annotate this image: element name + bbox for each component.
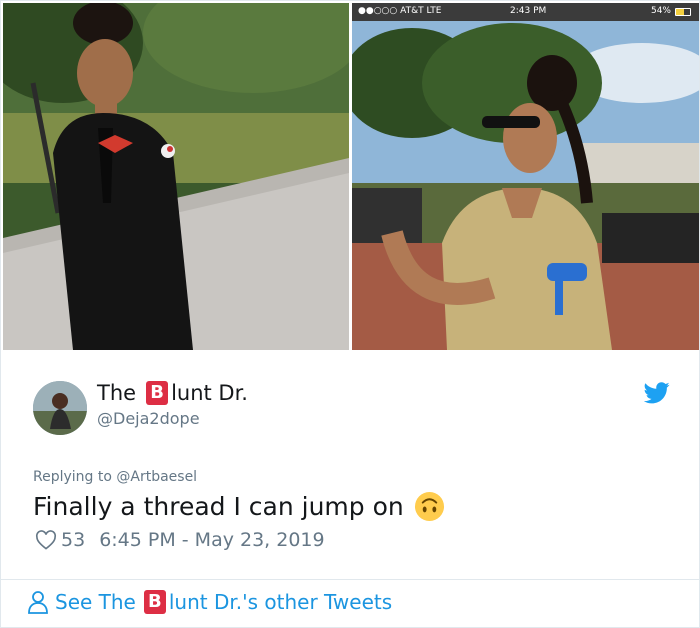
tweet-timestamp[interactable]: 6:45 PM - May 23, 2019 [99, 529, 324, 551]
see-other-tweets-link[interactable]: See The B lunt Dr.'s other Tweets [27, 590, 392, 614]
avatar[interactable] [33, 381, 87, 435]
tweet-text: Finally a thread I can jump on [33, 491, 445, 522]
upside-down-face-emoji [414, 491, 444, 522]
photo-left[interactable] [3, 3, 349, 350]
status-battery-percent: 54% [650, 6, 671, 16]
status-carrier: ●●○○○ AT&T LTE [358, 6, 442, 16]
tweet-meta: 53 6:45 PM - May 23, 2019 [35, 529, 325, 551]
battery-icon [675, 8, 691, 16]
author-handle[interactable]: @Deja2dope [97, 409, 200, 428]
status-time: 2:43 PM [510, 6, 547, 16]
footer-prefix: See The [55, 590, 136, 614]
footer-suffix: lunt Dr.'s other Tweets [168, 590, 393, 614]
b-emoji-badge: B [146, 381, 169, 405]
photo-right[interactable]: ●●○○○ AT&T LTE 2:43 PM 54% [352, 3, 699, 350]
tweet-text-content: Finally a thread I can jump on [33, 492, 404, 521]
tweet-media[interactable]: ●●○○○ AT&T LTE 2:43 PM 54% [3, 3, 699, 350]
photo-left-image [3, 3, 349, 350]
phone-status-bar: ●●○○○ AT&T LTE 2:43 PM 54% [352, 3, 699, 21]
author-name-prefix: The [97, 381, 137, 405]
b-emoji-badge: B [143, 590, 166, 614]
battery-fill [676, 9, 684, 15]
person-icon [28, 591, 48, 614]
author-name-suffix: lunt Dr. [171, 381, 248, 405]
avatar-image [33, 381, 87, 435]
like-count[interactable]: 53 [61, 529, 85, 551]
tweet-card: ●●○○○ AT&T LTE 2:43 PM 54% The B lunt Dr… [0, 0, 700, 628]
twitter-bird-icon[interactable] [644, 382, 670, 404]
divider [1, 579, 700, 580]
author-name[interactable]: The B lunt Dr. [97, 381, 248, 405]
photo-right-image [352, 3, 699, 350]
heart-icon[interactable] [35, 530, 57, 550]
replying-to[interactable]: Replying to @Artbaesel [33, 469, 197, 485]
